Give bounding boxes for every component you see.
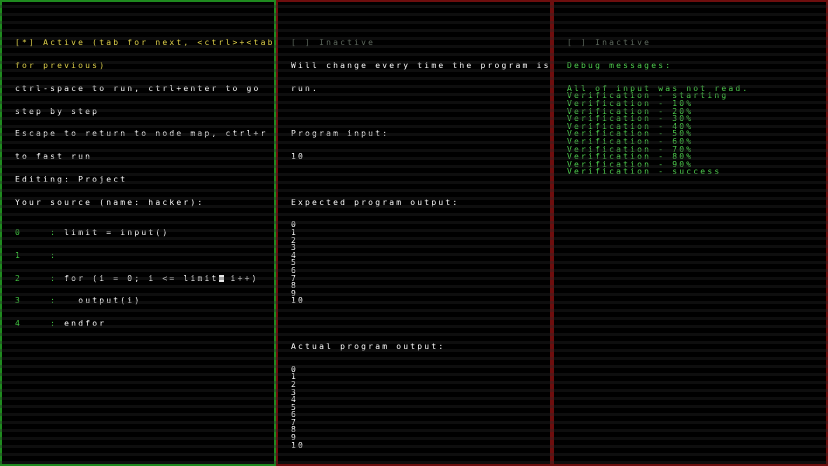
code-line[interactable]: 0 : limit = input() xyxy=(15,229,262,237)
expected-output-line: 5 xyxy=(291,258,299,268)
expected-label: Expected program output: xyxy=(291,197,460,207)
help-text: ctrl-space to run, ctrl+enter to go xyxy=(15,83,261,93)
actual-output-line: 9 xyxy=(291,433,299,443)
editor-status: [*] Active (tab for next, <ctrl>+<tab> xyxy=(15,38,276,48)
code-line[interactable]: 4 : endfor xyxy=(15,320,262,328)
code-line[interactable]: 2 : for (i = 0; i <= limit i++) xyxy=(15,273,262,283)
actual-output-line: 3 xyxy=(291,387,299,397)
expected-output-line: 7 xyxy=(291,273,299,283)
debug-message-list: All of input was not read. Verification -… xyxy=(567,84,814,177)
source-header: Your source (name: hacker): xyxy=(15,197,205,207)
code-line[interactable]: 3 : output(i) xyxy=(15,297,262,305)
actual-output-line: 10 xyxy=(291,440,306,450)
io-panel[interactable]: [ ] Inactive Will change every time the … xyxy=(276,0,552,466)
io-note: run. xyxy=(291,83,320,93)
actual-output-line: 1 xyxy=(291,372,299,382)
input-value: 10 xyxy=(291,152,306,162)
io-note: Will change every time the program is xyxy=(291,60,551,70)
line-number: 2 xyxy=(15,273,23,283)
line-separator: : xyxy=(50,250,58,260)
debug-status: [ ] Inactive xyxy=(567,38,652,48)
game-screen: [*] Active (tab for next, <ctrl>+<tab> f… xyxy=(0,0,828,466)
actual-output-line: 6 xyxy=(291,410,299,420)
expected-output-list: 0 1 2 3 4 5 6 7 8 9 10 xyxy=(291,221,538,305)
input-label: Program input: xyxy=(291,129,390,139)
expected-output-line: 2 xyxy=(291,235,299,245)
expected-output-line: 6 xyxy=(291,266,299,275)
expected-output-line: 3 xyxy=(291,243,299,253)
expected-output-line: 1 xyxy=(291,228,299,238)
actual-output-line: 5 xyxy=(291,402,299,412)
code-text[interactable]: for (i = 0; i <= limit xyxy=(57,274,218,283)
code-text[interactable]: output(i) xyxy=(57,296,141,305)
code-text[interactable]: limit = input() xyxy=(57,228,169,237)
expected-output-line: 8 xyxy=(291,281,299,291)
expected-output-line: 4 xyxy=(291,250,299,260)
debug-panel[interactable]: [ ] Inactive Debug messages: All of inpu… xyxy=(552,0,828,466)
code-text[interactable]: endfor xyxy=(57,319,106,328)
actual-output-line: 2 xyxy=(291,379,299,389)
debug-message: Verification - success xyxy=(567,167,722,177)
expected-output-line: 0 xyxy=(291,220,299,230)
actual-output-line: 0 xyxy=(291,364,299,374)
line-number: 3 xyxy=(15,296,23,306)
code-line[interactable]: 1 : xyxy=(15,250,262,260)
code-editor-panel[interactable]: [*] Active (tab for next, <ctrl>+<tab> f… xyxy=(0,0,276,466)
actual-output-list: 0 1 2 3 4 5 6 7 8 9 10 xyxy=(291,364,538,450)
io-status: [ ] Inactive xyxy=(291,38,376,48)
line-number: 4 xyxy=(15,319,23,329)
line-number: 0 xyxy=(15,228,23,238)
help-text: to fast run xyxy=(15,152,93,162)
expected-output-line: 10 xyxy=(291,296,306,306)
expected-output-line: 9 xyxy=(291,288,299,298)
actual-output-line: 4 xyxy=(291,395,299,405)
editing-label: Editing: Project xyxy=(15,174,128,184)
debug-header: Debug messages: xyxy=(567,60,673,70)
actual-label: Actual program output: xyxy=(291,341,446,351)
help-text: Escape to return to node map, ctrl+r xyxy=(15,129,268,139)
line-number: 1 xyxy=(15,250,23,260)
code-text[interactable]: i++) xyxy=(224,274,259,283)
help-text: step by step xyxy=(15,106,100,116)
actual-output-line: 7 xyxy=(291,417,299,427)
editor-status-cont: for previous) xyxy=(15,60,107,70)
actual-output-line: 8 xyxy=(291,425,299,435)
